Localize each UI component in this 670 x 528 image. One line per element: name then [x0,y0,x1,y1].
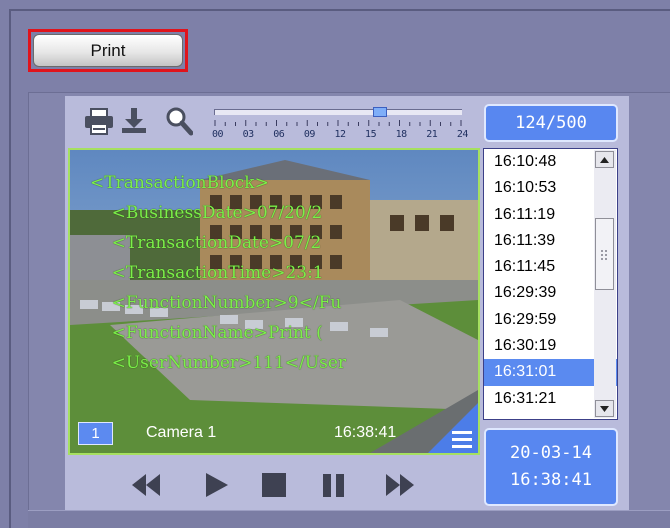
overlay-line: <TransactionTime>23:1 [90,263,324,283]
scroll-up-icon[interactable] [595,151,614,168]
camera-name: Camera 1 [146,424,217,441]
download-icon[interactable] [121,107,147,135]
tick-label: 24 [456,129,469,140]
scroll-thumb[interactable] [595,218,614,290]
counter-text: 124/500 [515,113,587,133]
event-counter: 124/500 [484,104,618,142]
bottom-strip [28,510,670,528]
camera-number: 1 [91,425,100,442]
scroll-down-icon[interactable] [595,400,614,417]
tick-label: 06 [273,129,285,140]
overlay-line: <BusinessDate>07/20/2 [90,203,323,223]
fast-forward-icon[interactable] [384,471,416,499]
tick-label: 15 [365,129,377,140]
camera-number-badge[interactable]: 1 [78,422,113,445]
overlay-line: <FunctionNumber>9</Fu [90,293,342,313]
search-icon[interactable] [165,106,194,136]
timeline-slider[interactable] [214,109,462,115]
overlay-line: <TransactionDate>07/2 [90,233,322,253]
print-button[interactable]: Print [33,34,183,67]
overlay-line: <TransactionBlock> [90,173,269,193]
tick-label: 21 [426,129,438,140]
printer-icon[interactable] [84,108,114,136]
print-button-label: Print [90,40,126,60]
rewind-icon[interactable] [130,471,162,499]
tick-label: 00 [212,129,224,140]
date-time-display: 20-03-14 16:38:41 [484,428,618,506]
timeline-thumb[interactable] [373,107,388,117]
camera-video[interactable]: <TransactionBlock> <BusinessDate>07/20/2… [68,148,480,455]
timeline-labels: 00 03 06 09 12 15 18 21 24 [212,129,468,141]
timeline-ticks [214,120,462,126]
tick-label: 18 [395,129,408,140]
pause-icon[interactable] [320,471,348,499]
overlay-line: <UserNumber>111</User [90,353,347,373]
overlay-line: <FunctionName>Print ( [90,323,323,343]
tick-label: 09 [303,129,316,140]
play-icon[interactable] [204,471,230,499]
camera-menu-icon[interactable] [426,401,478,453]
date-text: 20-03-14 [510,443,592,463]
time-text: 16:38:41 [510,470,592,490]
camera-timestamp: 16:38:41 [334,424,397,441]
tick-label: 12 [334,129,346,140]
stop-icon[interactable] [261,473,287,497]
tick-label: 03 [242,129,255,140]
transaction-overlay: <TransactionBlock> <BusinessDate>07/20/2… [90,168,346,378]
